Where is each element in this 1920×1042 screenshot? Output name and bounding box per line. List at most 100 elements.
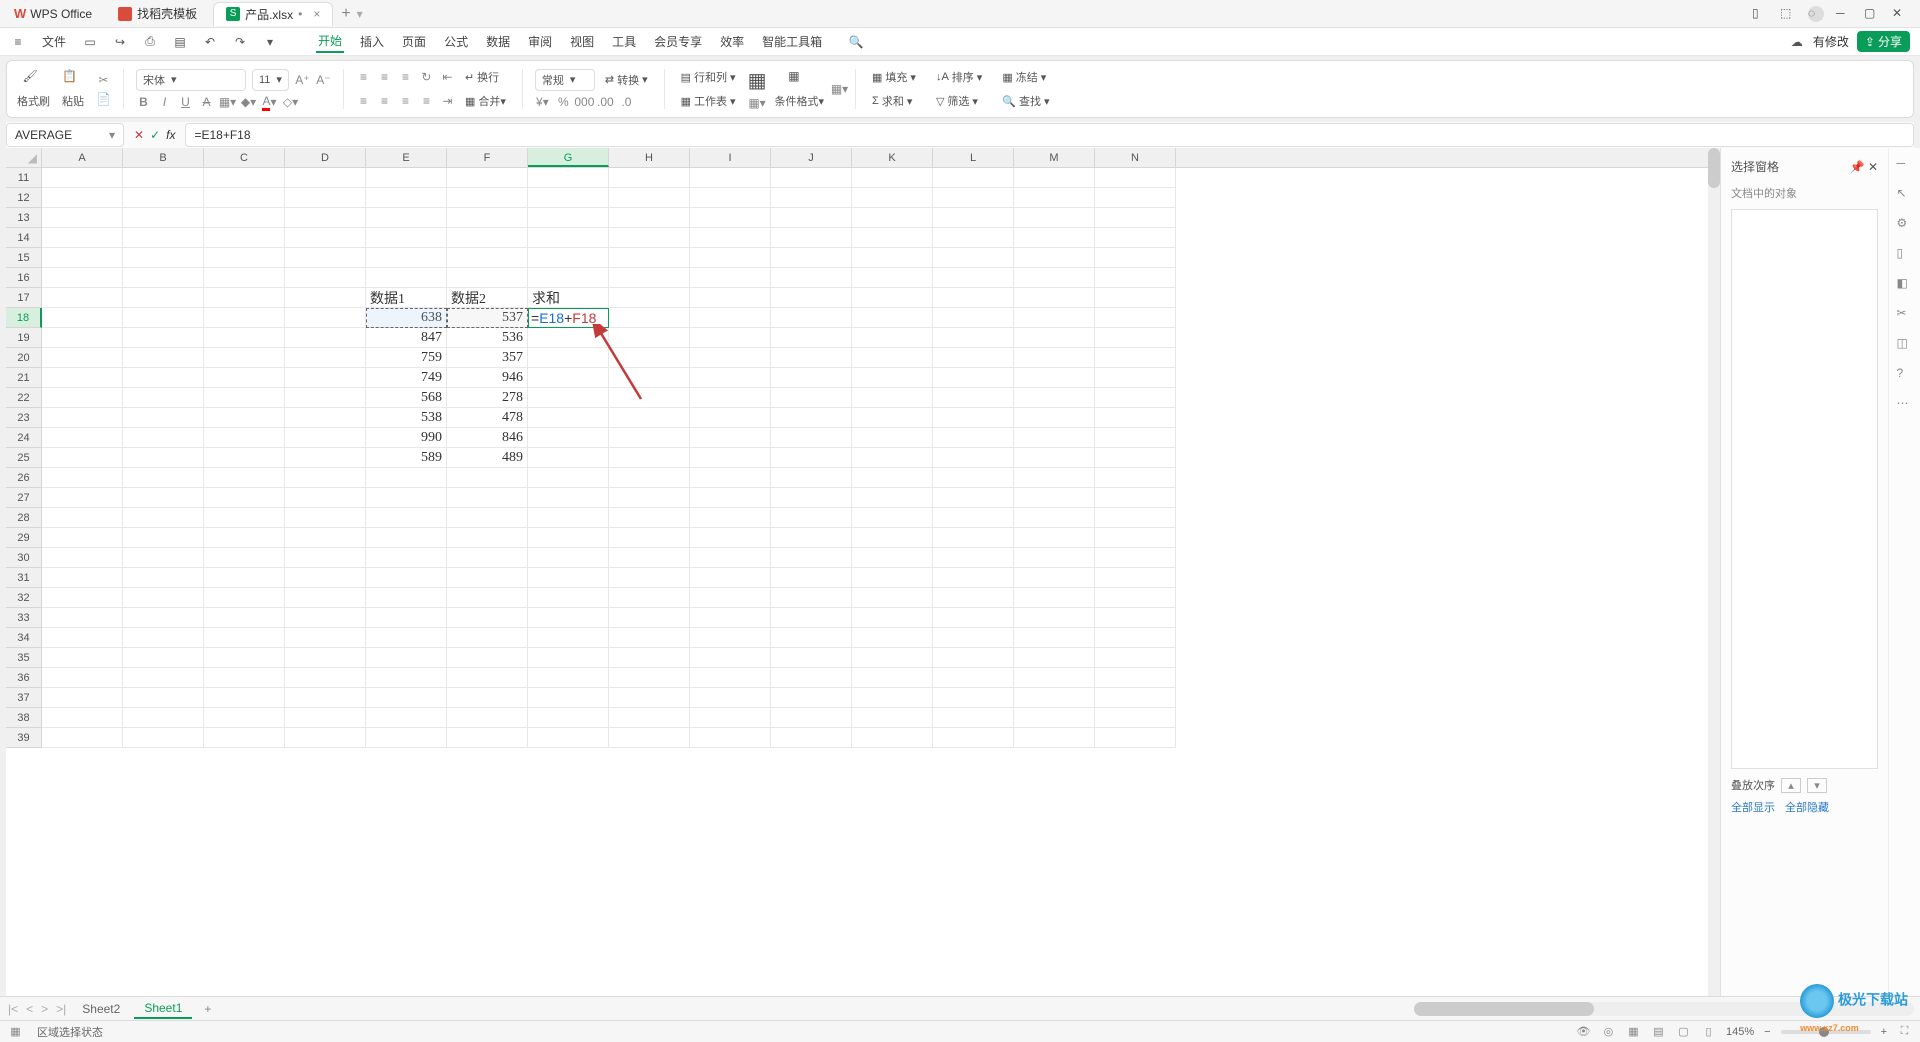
select-all-corner[interactable]: ◢ <box>6 148 42 167</box>
cell-L27[interactable] <box>933 488 1014 508</box>
cell-E31[interactable] <box>366 568 447 588</box>
cell-N12[interactable] <box>1095 188 1176 208</box>
cell-G33[interactable] <box>528 608 609 628</box>
menu-data[interactable]: 数据 <box>484 31 512 52</box>
cell-G32[interactable] <box>528 588 609 608</box>
cell-H22[interactable] <box>609 388 690 408</box>
cell-A35[interactable] <box>42 648 123 668</box>
cell-N20[interactable] <box>1095 348 1176 368</box>
number-format-combo[interactable]: 常规▾ <box>535 69 595 91</box>
cell-J26[interactable] <box>771 468 852 488</box>
cell-L17[interactable] <box>933 288 1014 308</box>
cell-E13[interactable] <box>366 208 447 228</box>
cell-C35[interactable] <box>204 648 285 668</box>
cell-H27[interactable] <box>609 488 690 508</box>
cell-K20[interactable] <box>852 348 933 368</box>
cell-B23[interactable] <box>123 408 204 428</box>
cell-K32[interactable] <box>852 588 933 608</box>
cell-F11[interactable] <box>447 168 528 188</box>
cell-F26[interactable] <box>447 468 528 488</box>
cell-D18[interactable] <box>285 308 366 328</box>
cell-A12[interactable] <box>42 188 123 208</box>
cell-L21[interactable] <box>933 368 1014 388</box>
cell-I35[interactable] <box>690 648 771 668</box>
cell-K25[interactable] <box>852 448 933 468</box>
cell-M25[interactable] <box>1014 448 1095 468</box>
row-36[interactable]: 36 <box>6 668 42 688</box>
cell-I33[interactable] <box>690 608 771 628</box>
cell-A26[interactable] <box>42 468 123 488</box>
cell-E38[interactable] <box>366 708 447 728</box>
orientation-icon[interactable]: ↻ <box>419 70 434 85</box>
cell-H24[interactable] <box>609 428 690 448</box>
cell-N27[interactable] <box>1095 488 1176 508</box>
cell-M20[interactable] <box>1014 348 1095 368</box>
cell-J25[interactable] <box>771 448 852 468</box>
cell-K11[interactable] <box>852 168 933 188</box>
objects-list[interactable] <box>1731 209 1878 769</box>
col-N[interactable]: N <box>1095 148 1176 167</box>
cell-A20[interactable] <box>42 348 123 368</box>
cells[interactable]: 数据1数据2求和63853784753675935774994656827853… <box>42 168 1176 748</box>
row-27[interactable]: 27 <box>6 488 42 508</box>
cell-G35[interactable] <box>528 648 609 668</box>
cell-F36[interactable] <box>447 668 528 688</box>
row-12[interactable]: 12 <box>6 188 42 208</box>
cube-icon[interactable]: ⬚ <box>1780 6 1796 22</box>
cell-D16[interactable] <box>285 268 366 288</box>
cell-D34[interactable] <box>285 628 366 648</box>
col-L[interactable]: L <box>933 148 1014 167</box>
cell-E16[interactable] <box>366 268 447 288</box>
cell-B33[interactable] <box>123 608 204 628</box>
cell-I16[interactable] <box>690 268 771 288</box>
cell-G29[interactable] <box>528 528 609 548</box>
cell-G27[interactable] <box>528 488 609 508</box>
cancel-formula-icon[interactable]: ✕ <box>134 128 144 142</box>
cell-J20[interactable] <box>771 348 852 368</box>
grid-icon[interactable]: ▦ <box>748 68 767 93</box>
cell-K31[interactable] <box>852 568 933 588</box>
cell-H30[interactable] <box>609 548 690 568</box>
cell-E39[interactable] <box>366 728 447 748</box>
wrap-button[interactable]: ↵换行 <box>461 67 503 87</box>
menu-tool[interactable]: 工具 <box>610 31 638 52</box>
cell-M13[interactable] <box>1014 208 1095 228</box>
cell-A13[interactable] <box>42 208 123 228</box>
cell-L34[interactable] <box>933 628 1014 648</box>
formula-input[interactable]: =E18+F18 <box>185 123 1914 147</box>
row-22[interactable]: 22 <box>6 388 42 408</box>
cell-B37[interactable] <box>123 688 204 708</box>
cell-L20[interactable] <box>933 348 1014 368</box>
cell-K29[interactable] <box>852 528 933 548</box>
styles-icon[interactable]: ▦▾ <box>832 82 847 97</box>
cell-M11[interactable] <box>1014 168 1095 188</box>
cell-K26[interactable] <box>852 468 933 488</box>
cell-H26[interactable] <box>609 468 690 488</box>
cell-G22[interactable] <box>528 388 609 408</box>
cell-M33[interactable] <box>1014 608 1095 628</box>
redo-icon[interactable]: ↷ <box>232 34 248 50</box>
cell-F14[interactable] <box>447 228 528 248</box>
cell-A30[interactable] <box>42 548 123 568</box>
row-11[interactable]: 11 <box>6 168 42 188</box>
align-right-icon[interactable]: ≡ <box>398 94 413 109</box>
cell-H17[interactable] <box>609 288 690 308</box>
cell-B27[interactable] <box>123 488 204 508</box>
cell-F19[interactable]: 536 <box>447 328 528 348</box>
cell-H33[interactable] <box>609 608 690 628</box>
cell-M39[interactable] <box>1014 728 1095 748</box>
cell-K13[interactable] <box>852 208 933 228</box>
cell-F30[interactable] <box>447 548 528 568</box>
cell-E12[interactable] <box>366 188 447 208</box>
col-J[interactable]: J <box>771 148 852 167</box>
row-14[interactable]: 14 <box>6 228 42 248</box>
cell-L26[interactable] <box>933 468 1014 488</box>
cell-C21[interactable] <box>204 368 285 388</box>
cell-H15[interactable] <box>609 248 690 268</box>
avatar-icon[interactable]: ◌ <box>1808 6 1824 22</box>
cell-L38[interactable] <box>933 708 1014 728</box>
cell-E33[interactable] <box>366 608 447 628</box>
grid-small-icon[interactable]: ▦▾ <box>750 95 765 110</box>
panel-tool-icon[interactable]: ▯ <box>1897 246 1913 262</box>
maximize-icon[interactable]: ▢ <box>1864 6 1880 22</box>
